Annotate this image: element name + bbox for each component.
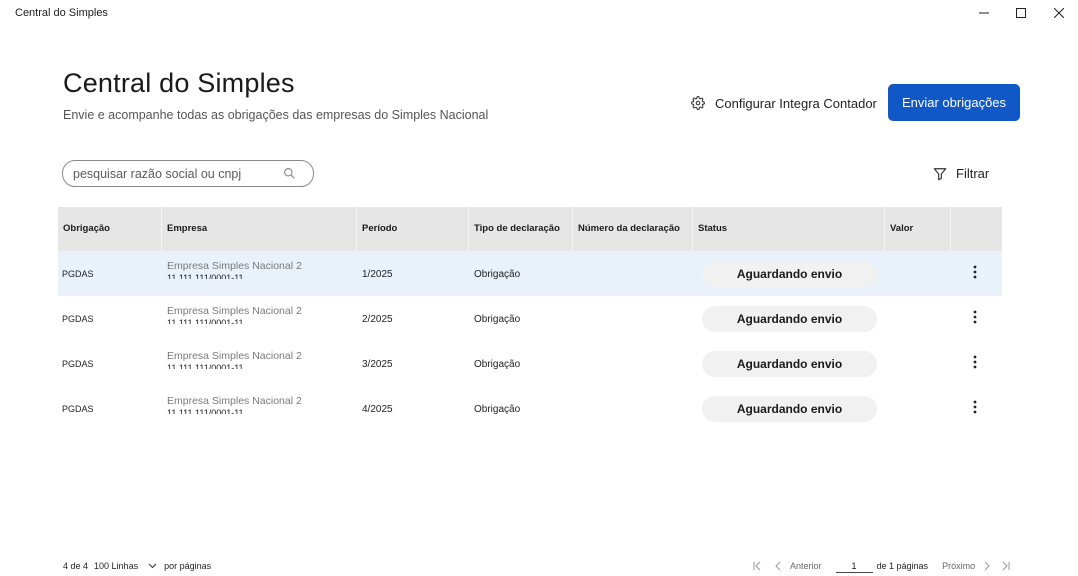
close-button[interactable]	[1040, 2, 1078, 24]
search-icon	[284, 168, 295, 179]
configure-integra-contador-button[interactable]: Configurar Integra Contador	[691, 92, 877, 114]
last-page-icon	[1002, 561, 1010, 571]
obligations-table: Obrigação Empresa Período Tipo de declar…	[58, 207, 1002, 431]
cell-empresa: Empresa Simples Nacional 2 11.111.111/000…	[167, 395, 302, 414]
cell-periodo: 3/2025	[362, 359, 393, 370]
cell-empresa: Empresa Simples Nacional 2 11.111.111/000…	[167, 260, 302, 279]
more-vertical-icon	[973, 400, 977, 414]
maximize-button[interactable]	[1002, 2, 1040, 24]
status-badge: Aguardando envio	[702, 261, 877, 287]
status-badge: Aguardando envio	[702, 306, 877, 332]
column-divider	[468, 207, 469, 251]
chevron-left-icon	[775, 561, 781, 571]
cell-tipo: Obrigação	[474, 314, 521, 325]
cell-tipo: Obrigação	[474, 359, 521, 370]
company-name: Empresa Simples Nacional 2	[167, 395, 302, 407]
page-count-label: de 1 páginas	[876, 561, 929, 571]
status-badge: Aguardando envio	[702, 351, 877, 377]
pagination-controls: Anterior de 1 páginas Próximo	[752, 559, 1011, 573]
minimize-button[interactable]	[965, 2, 1003, 24]
company-name: Empresa Simples Nacional 2	[167, 350, 302, 362]
chevron-down-icon	[148, 563, 157, 569]
column-divider	[692, 207, 693, 251]
filter-label: Filtrar	[956, 166, 990, 181]
table-row[interactable]: PGDAS Empresa Simples Nacional 2 11.111.1…	[58, 341, 1002, 386]
record-count: 4 de 4	[63, 561, 89, 571]
company-cnpj: 11.111.111/0001-11	[167, 409, 244, 414]
column-header-empresa[interactable]: Empresa	[167, 223, 207, 234]
company-name: Empresa Simples Nacional 2	[167, 260, 302, 272]
cell-empresa: Empresa Simples Nacional 2 11.111.111/000…	[167, 350, 302, 369]
cell-periodo: 2/2025	[362, 314, 393, 325]
column-header-tipo[interactable]: Tipo de declaração	[474, 223, 560, 234]
column-divider	[356, 207, 357, 251]
more-vertical-icon	[973, 265, 977, 279]
row-more-options-button[interactable]	[969, 308, 981, 326]
column-header-valor[interactable]: Valor	[890, 223, 913, 234]
next-label: Próximo	[942, 561, 976, 571]
cell-obrigacao: PGDAS	[62, 359, 94, 369]
gear-icon	[691, 96, 705, 110]
first-page-button[interactable]	[752, 561, 762, 571]
row-more-options-button[interactable]	[969, 398, 981, 416]
cell-tipo: Obrigação	[474, 269, 521, 280]
title-bar: Central do Simples	[0, 0, 1078, 28]
cell-empresa: Empresa Simples Nacional 2 11.111.111/000…	[167, 305, 302, 324]
previous-label: Anterior	[790, 561, 822, 571]
row-more-options-button[interactable]	[969, 353, 981, 371]
column-header-obrigacao[interactable]: Obrigação	[63, 223, 110, 234]
more-vertical-icon	[973, 310, 977, 324]
send-obligations-button[interactable]: Enviar obrigações	[888, 84, 1020, 121]
search-input[interactable]	[73, 166, 273, 181]
maximize-icon	[1016, 8, 1026, 18]
column-header-status[interactable]: Status	[698, 223, 727, 234]
column-header-numero[interactable]: Número da declaração	[578, 223, 680, 234]
table-row[interactable]: PGDAS Empresa Simples Nacional 2 11.111.1…	[58, 386, 1002, 431]
company-cnpj: 11.111.111/0001-11	[167, 319, 244, 324]
search-box	[62, 160, 314, 187]
column-header-periodo[interactable]: Período	[362, 223, 397, 234]
column-divider	[884, 207, 885, 251]
pagination-summary: 4 de 4 100 Linhas por páginas	[63, 561, 211, 571]
cell-tipo: Obrigação	[474, 404, 521, 415]
company-cnpj: 11.111.111/0001-11	[167, 364, 244, 369]
window-title: Central do Simples	[15, 7, 108, 19]
page-subtitle: Envie e acompanhe todas as obrigações da…	[63, 108, 489, 122]
column-divider	[950, 207, 951, 251]
next-page-button[interactable]: Próximo	[942, 561, 991, 571]
cell-obrigacao: PGDAS	[62, 269, 94, 279]
per-page-label: por páginas	[164, 561, 212, 571]
row-more-options-button[interactable]	[969, 263, 981, 281]
column-divider	[161, 207, 162, 251]
page-number-input[interactable]	[835, 559, 873, 573]
cell-obrigacao: PGDAS	[62, 314, 94, 324]
table-header: Obrigação Empresa Período Tipo de declar…	[58, 207, 1002, 251]
more-vertical-icon	[973, 355, 977, 369]
filter-icon	[933, 167, 947, 180]
page-title: Central do Simples	[63, 68, 295, 98]
cell-obrigacao: PGDAS	[62, 404, 94, 414]
close-icon	[1054, 8, 1064, 18]
first-page-icon	[753, 561, 761, 571]
rows-per-page-value: 100 Linhas	[94, 561, 139, 571]
status-badge: Aguardando envio	[702, 396, 877, 422]
company-cnpj: 11.111.111/0001-11	[167, 274, 244, 279]
column-divider	[572, 207, 573, 251]
last-page-button[interactable]	[1001, 561, 1011, 571]
minimize-icon	[979, 12, 989, 14]
previous-page-button[interactable]: Anterior	[774, 561, 822, 571]
company-name: Empresa Simples Nacional 2	[167, 305, 302, 317]
chevron-right-icon	[984, 561, 990, 571]
cell-periodo: 1/2025	[362, 269, 393, 280]
rows-per-page-select[interactable]: 100 Linhas	[94, 561, 157, 571]
config-label: Configurar Integra Contador	[715, 95, 877, 111]
cell-periodo: 4/2025	[362, 404, 393, 415]
table-row[interactable]: PGDAS Empresa Simples Nacional 2 11.111.1…	[58, 251, 1002, 296]
table-row[interactable]: PGDAS Empresa Simples Nacional 2 11.111.1…	[58, 296, 1002, 341]
filter-button[interactable]: Filtrar	[933, 166, 989, 181]
